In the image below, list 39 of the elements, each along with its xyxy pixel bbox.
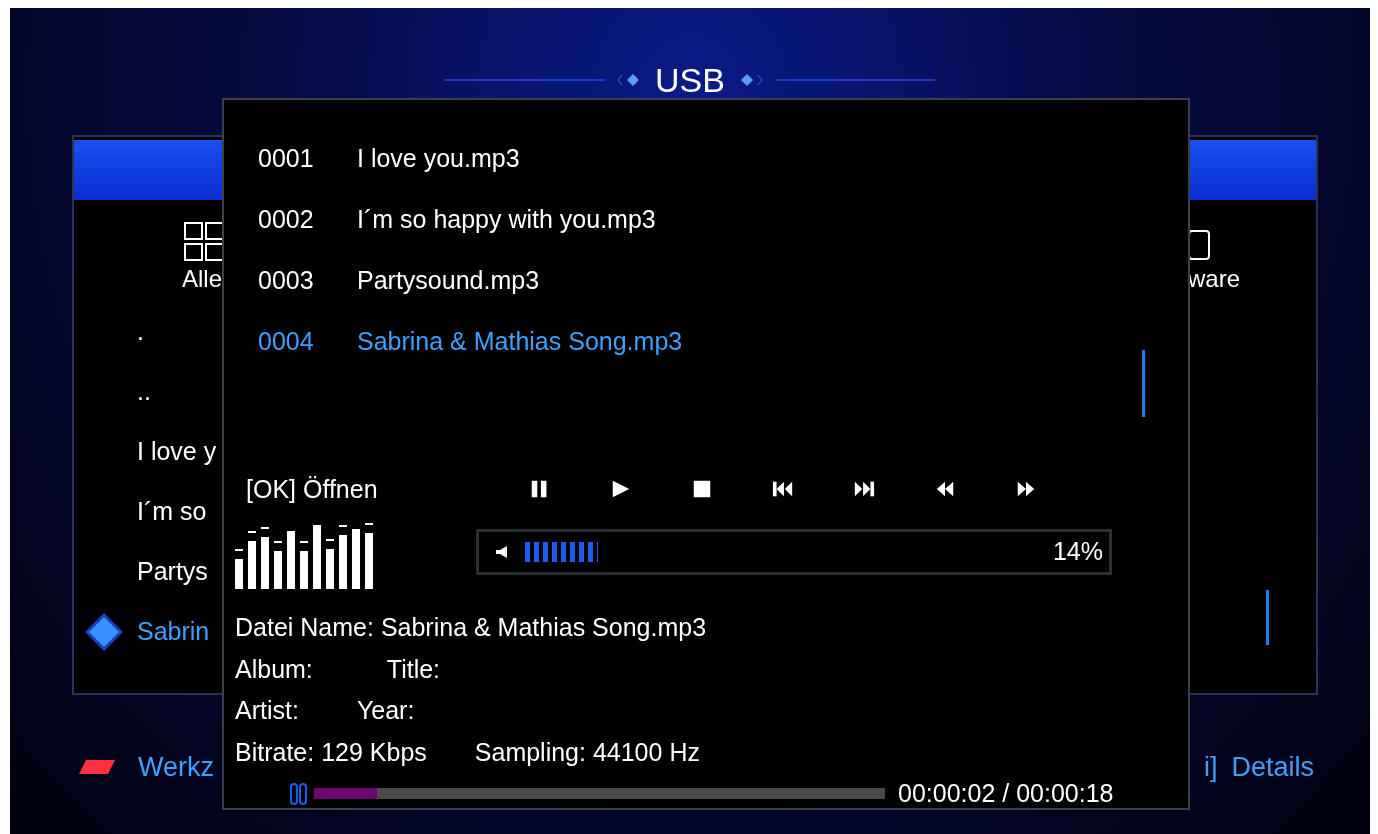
file-name[interactable]: Sabrin [137,613,210,651]
function-key-icon [78,759,116,776]
footer-label: Werkz [138,751,214,784]
stop-icon [691,478,713,500]
footer-label: Details [1231,751,1314,784]
track-number: 0002 [258,203,315,235]
info-text: Year: [356,695,415,726]
info-text: Artist: [235,695,299,726]
file-name[interactable]: . [137,313,144,351]
pause-icon [290,781,308,806]
key-hint: i] [1203,751,1218,784]
file-name[interactable]: I´m so [137,493,207,531]
track-name: I love you.mp3 [357,142,520,174]
playlist-row[interactable]: 0001 I love you.mp3 [224,128,1124,189]
volume-reading: 14% [1052,536,1103,568]
info-text: Sampling: 44100 Hz [474,736,700,768]
info-text: Bitrate: 129 Kbps [235,736,427,768]
diamond-icon [85,613,123,651]
track-name: I´m so happy with you.mp3 [357,203,656,235]
screen-title: USB [655,63,725,97]
track-number: 0004 [258,325,315,357]
info-text: Title: [386,653,441,685]
category-label[interactable]: ware [1187,264,1240,294]
file-name[interactable]: I love y [137,433,217,471]
track-number: 0001 [258,142,315,174]
file-name[interactable]: .. [137,373,151,411]
playlist-row[interactable]: 0003 Partysound.mp3 [224,250,1124,311]
info-text: Datei Name: Sabrina & Mathias Song.mp3 [235,612,707,643]
playlist-row[interactable]: 0002 I´m so happy with you.mp3 [224,189,1124,250]
playback-time: 00:00:02 / 00:00:18 [898,778,1114,809]
track-name: Partysound.mp3 [357,264,540,296]
info-text: Album: [235,653,313,685]
playlist-row[interactable]: 0004 Sabrina & Mathias Song.mp3 [224,311,1124,372]
open-hint: [OK] Öffnen [246,474,379,505]
category-label[interactable]: Alle [182,264,223,294]
file-name[interactable]: Partys [137,553,208,591]
track-number: 0003 [258,264,315,296]
track-name: Sabrina & Mathias Song.mp3 [357,325,683,357]
speaker-icon [495,545,509,559]
